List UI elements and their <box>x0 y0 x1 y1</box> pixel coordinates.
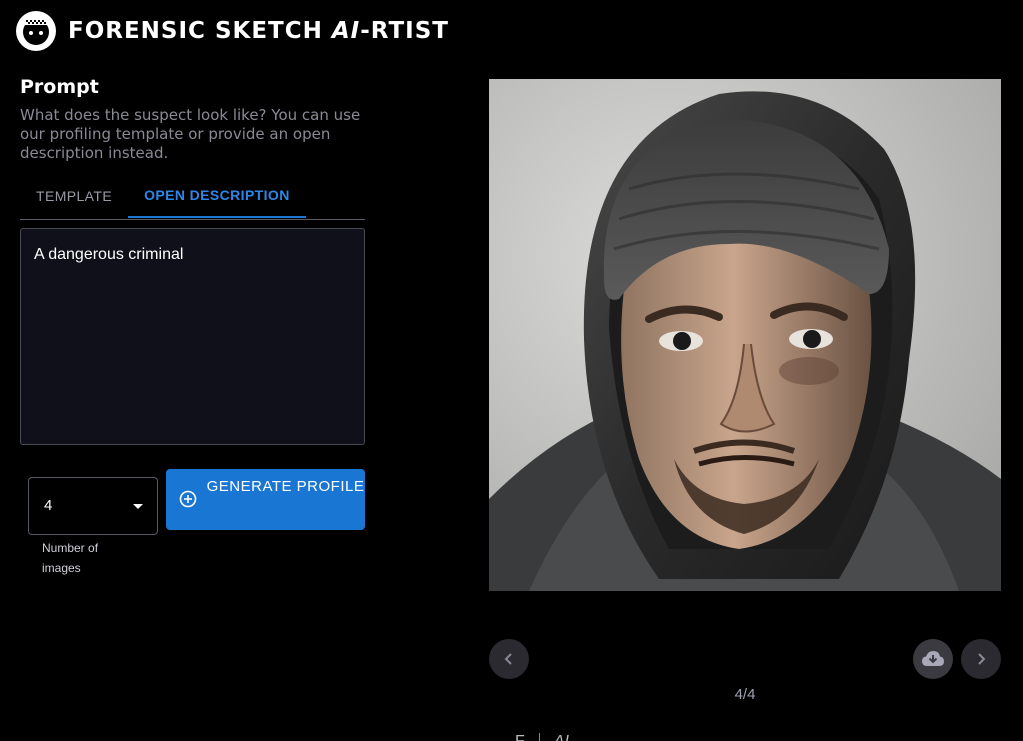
tab-open-description[interactable]: OPEN DESCRIPTION <box>128 174 306 218</box>
image-counter: 4/4 <box>734 686 756 703</box>
description-textarea[interactable]: A dangerous criminal <box>20 228 365 445</box>
prompt-description: What does the suspect look like? You can… <box>20 106 361 162</box>
next-image-button[interactable] <box>961 639 1001 679</box>
download-image-button[interactable] <box>913 639 953 679</box>
footer-left-text: F <box>515 733 525 741</box>
generated-suspect-image <box>489 79 1001 591</box>
image-count-value: 4 <box>44 497 53 514</box>
cloud-download-icon <box>922 651 944 666</box>
app-title-prefix: FORENSIC SKETCH <box>68 18 332 44</box>
prompt-tabs: TEMPLATE OPEN DESCRIPTION <box>20 174 365 220</box>
app-header: FORENSIC SKETCH AI-RTIST <box>16 11 449 51</box>
prompt-heading: Prompt <box>20 76 99 98</box>
tab-template[interactable]: TEMPLATE <box>20 174 128 218</box>
app-title-ai: AI <box>331 18 361 44</box>
add-circle-icon <box>179 490 197 508</box>
chevron-left-icon <box>504 653 512 665</box>
footer: F AI <box>515 733 569 741</box>
generate-profile-button[interactable]: GENERATE PROFILE <box>166 469 365 530</box>
image-count-select[interactable]: 4 <box>28 477 158 535</box>
image-count-helper: Number of images <box>42 541 99 575</box>
footer-right-text: AI <box>554 733 569 741</box>
sketch-face-logo-icon <box>16 11 56 51</box>
chevron-right-icon <box>978 653 986 665</box>
app-title: FORENSIC SKETCH AI-RTIST <box>68 18 449 44</box>
app-page: FORENSIC SKETCH AI-RTIST Prompt What doe… <box>0 0 1023 741</box>
previous-image-button[interactable] <box>489 639 529 679</box>
caret-down-icon <box>133 504 143 509</box>
app-title-suffix: -RTIST <box>360 18 449 44</box>
generate-profile-label: GENERATE PROFILE <box>206 478 365 495</box>
footer-separator <box>538 733 540 741</box>
